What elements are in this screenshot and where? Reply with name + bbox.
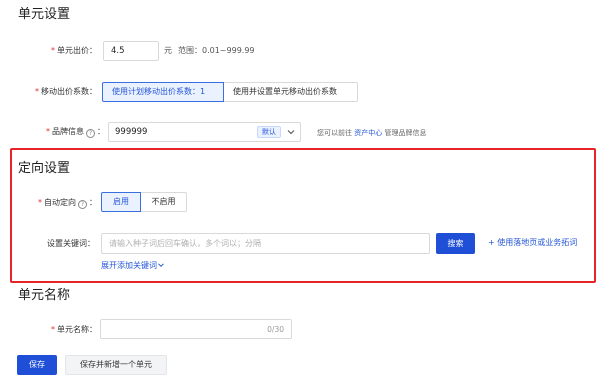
landing-page-expand-link[interactable]: + 使用落地页或业务拓词 (488, 237, 577, 249)
targeting-highlight-box (10, 148, 596, 283)
unit-name-title: 单元名称 (18, 288, 71, 303)
unit-name-input[interactable]: 0/30 (100, 319, 292, 339)
chevron-down-icon (286, 127, 296, 137)
mobile-coef-option-plan[interactable]: 使用计划移动出价系数：1 (102, 82, 224, 102)
auto-targeting-disable[interactable]: 不启用 (141, 192, 187, 212)
unit-name-counter: 0/30 (267, 325, 284, 334)
default-tag: 默认 (257, 126, 281, 138)
bid-input[interactable] (103, 41, 159, 61)
mobile-coef-label: * 移动出价系数： (35, 87, 97, 96)
unit-name-label: * 单元名称： (51, 325, 97, 334)
brand-hint: 您可以前往 资产中心 管理品牌信息 (317, 129, 427, 137)
required-mark: * (51, 46, 55, 55)
unit-settings-title: 单元设置 (18, 7, 71, 22)
bid-label: * 单元出价： (51, 46, 97, 55)
question-icon[interactable]: ? (78, 200, 87, 209)
bid-range-hint: 范围：0.01~999.99 (178, 46, 255, 55)
brand-select-value: 999999 (115, 127, 148, 137)
question-icon[interactable]: ? (86, 129, 95, 138)
auto-targeting-enable[interactable]: 启用 (101, 192, 141, 212)
required-mark: * (51, 325, 55, 334)
mobile-coef-option-unit[interactable]: 使用并设置单元移动出价系数 (224, 82, 358, 102)
auto-targeting-label: * 自动定向?： (38, 198, 97, 209)
expand-keywords-link[interactable]: 展开添加关键词 (101, 260, 165, 272)
asset-center-link[interactable]: 资产中心 (354, 129, 382, 137)
auto-targeting-selector: 启用 不启用 (101, 192, 187, 212)
targeting-title: 定向设置 (18, 161, 71, 176)
search-button[interactable]: 搜索 (436, 233, 475, 254)
keywords-label: 设置关键词： (47, 239, 95, 248)
required-mark: * (35, 87, 39, 96)
brand-select[interactable]: 999999 默认 (108, 122, 301, 142)
save-and-add-unit-button[interactable]: 保存并新增一个单元 (65, 355, 167, 375)
brand-label: * 品牌信息?： (46, 127, 105, 138)
keyword-input[interactable] (101, 233, 430, 254)
required-mark: * (46, 127, 50, 136)
bid-unit: 元 (164, 46, 172, 55)
mobile-coef-selector: 使用计划移动出价系数：1 使用并设置单元移动出价系数 (102, 82, 358, 102)
chevron-down-icon (157, 261, 165, 269)
required-mark: * (38, 198, 42, 207)
save-button[interactable]: 保存 (17, 355, 57, 375)
